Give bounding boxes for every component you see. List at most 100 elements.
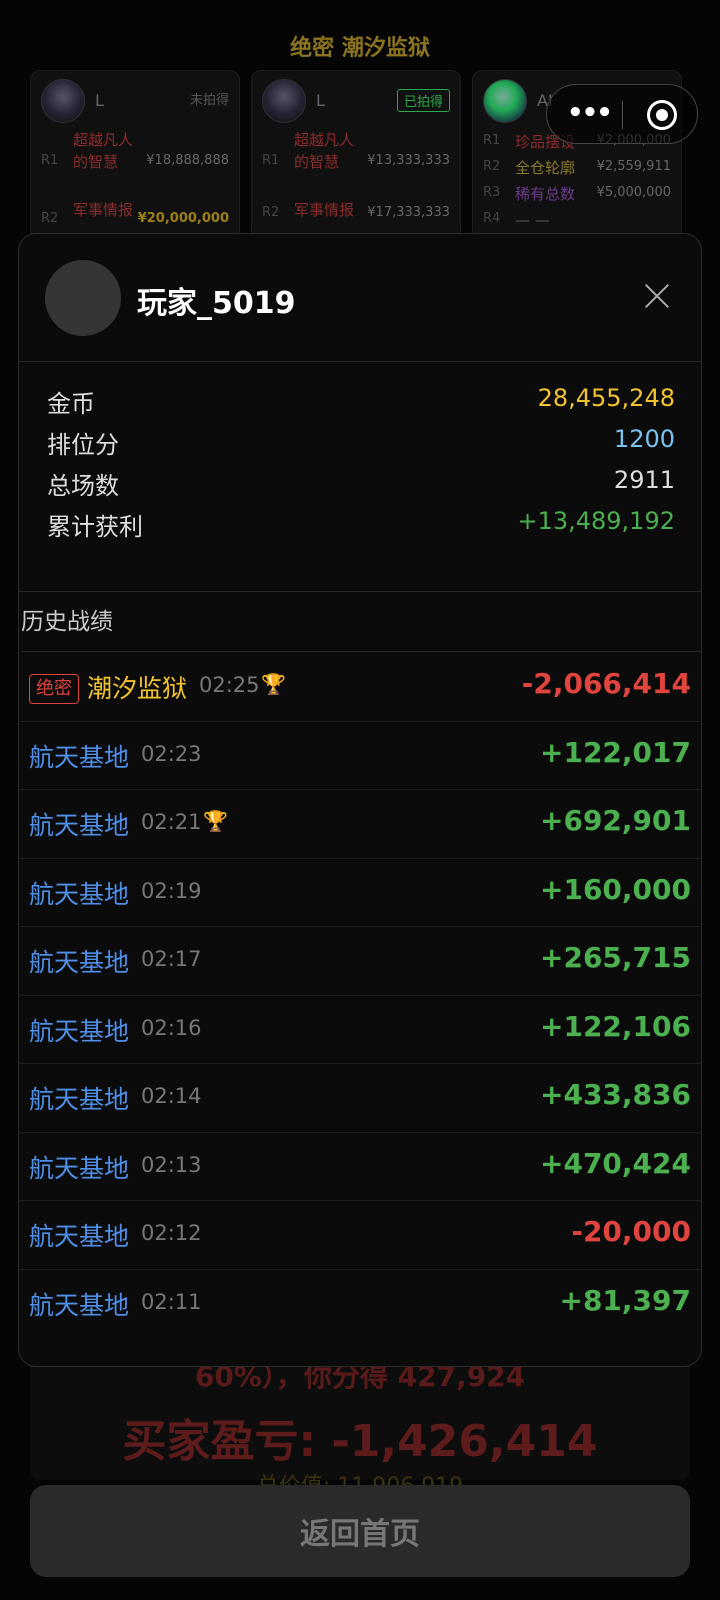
match-time: 02:12: [141, 1221, 202, 1245]
map-name: 航天基地: [29, 948, 130, 977]
stat-label: 累计获利: [47, 513, 143, 541]
map-name: 航天基地: [29, 1085, 130, 1114]
capsule-divider: [622, 101, 623, 129]
bid-item: 军事情报: [294, 201, 355, 219]
stat-value: 2911: [613, 466, 675, 494]
profit-delta: +81,397: [559, 1283, 691, 1317]
player-avatar: [262, 79, 306, 123]
stat-rank-score: 排位分 1200: [47, 425, 675, 465]
profit-delta: +692,901: [540, 804, 691, 837]
history-row[interactable]: 航天基地 02:23 +122,017: [19, 722, 701, 790]
bid-price: ¥13,333,333: [367, 153, 450, 168]
round-label: R4: [483, 211, 501, 226]
bid-card: L 未拍得 R1 超越凡人的智慧 ¥18,888,888 R2 军事情报 ¥20…: [30, 70, 240, 240]
trophy-icon: 🏆: [261, 672, 286, 696]
bid-price: ¥17,333,333: [367, 205, 450, 220]
map-name: 航天基地: [29, 811, 130, 840]
stat-label: 排位分: [47, 431, 119, 459]
history-list: 绝密 潮汐监狱 02:25 🏆 -2,066,414 航天基地 02:23 +122,017 航…: [19, 653, 701, 1338]
history-row[interactable]: 航天基地 02:12 -20,000: [19, 1201, 701, 1270]
profit-delta: -20,000: [571, 1215, 691, 1248]
map-name: 航天基地: [29, 1222, 130, 1251]
history-row[interactable]: 航天基地 02:13 +470,424: [19, 1133, 701, 1201]
modal-header: 玩家_5019: [19, 234, 701, 362]
bid-status: 未拍得: [189, 93, 229, 108]
history-row[interactable]: 航天基地 02:16 +122,106: [19, 996, 701, 1064]
trophy-icon: 🏆: [203, 809, 228, 833]
bid-price: ¥2,559,911: [596, 159, 671, 174]
profit-delta: +433,836: [540, 1078, 691, 1111]
mode-title: 绝密 潮汐监狱: [290, 36, 430, 61]
match-time: 02:25: [199, 673, 260, 697]
player-avatar: [483, 79, 527, 123]
round-label: R2: [41, 211, 59, 226]
return-home-button[interactable]: 返回首页: [30, 1485, 690, 1577]
player-profile-modal: 玩家_5019 金币 28,455,248 排位分 1200 总场数 2911 …: [18, 233, 702, 1367]
profit-delta: +122,106: [540, 1009, 691, 1043]
close-icon[interactable]: [635, 274, 679, 318]
history-row[interactable]: 航天基地 02:11 +81,397: [19, 1270, 701, 1339]
bid-item: 全仓轮廓: [515, 159, 576, 177]
history-row[interactable]: 航天基地 02:19 +160,000: [19, 859, 701, 927]
map-name: 航天基地: [29, 1016, 130, 1046]
card-player-name: L: [95, 91, 104, 110]
history-title: 历史战绩: [21, 592, 701, 652]
history-row[interactable]: 航天基地 02:21 🏆 +692,901: [19, 790, 701, 859]
stat-value: 1200: [613, 425, 675, 453]
buyer-profit: 买家盈亏: -1,426,414: [122, 1416, 598, 1467]
player-name: 玩家_5019: [137, 286, 296, 321]
profit-delta: -2,066,414: [521, 667, 691, 700]
bid-item: — —: [515, 211, 550, 229]
bid-card: L 已拍得 R1 超越凡人的智慧 ¥13,333,333 R2 军事情报 ¥17…: [251, 70, 461, 240]
map-name: 航天基地: [29, 742, 130, 772]
stat-coins: 金币 28,455,248: [47, 384, 675, 424]
avatar: [45, 260, 121, 336]
match-time: 02:17: [141, 947, 202, 971]
map-name: 航天基地: [29, 1153, 130, 1183]
round-label: R1: [262, 153, 280, 168]
profit-delta: +122,017: [540, 735, 691, 769]
stat-value: 28,455,248: [537, 384, 675, 412]
bid-status: 已拍得: [396, 89, 450, 112]
bid-item: 超越凡人的智慧: [73, 131, 134, 171]
stat-total-games: 总场数 2911: [47, 466, 675, 506]
player-avatar: [41, 79, 85, 123]
card-player-name: L: [316, 91, 325, 110]
match-time: 02:19: [141, 878, 202, 903]
round-label: R3: [483, 185, 501, 200]
stat-total-profit: 累计获利 +13,489,192: [47, 507, 675, 547]
round-label: R1: [483, 133, 501, 148]
profit-delta: +470,424: [540, 1146, 691, 1180]
match-time: 02:11: [141, 1289, 202, 1314]
map-name: 航天基地: [29, 1290, 130, 1320]
match-time: 02:13: [141, 1152, 202, 1177]
bid-item: 稀有总数: [515, 185, 576, 203]
profit-delta: +160,000: [540, 872, 691, 906]
history-row[interactable]: 绝密 潮汐监狱 02:25 🏆 -2,066,414: [19, 653, 701, 722]
map-name: 航天基地: [29, 879, 130, 909]
miniprogram-capsule: •••: [546, 84, 698, 144]
match-time: 02:23: [141, 741, 202, 766]
history-row[interactable]: 航天基地 02:17 +265,715: [19, 927, 701, 996]
history-row[interactable]: 航天基地 02:14 +433,836: [19, 1064, 701, 1133]
match-time: 02:14: [141, 1084, 202, 1108]
more-icon[interactable]: •••: [567, 100, 613, 126]
match-time: 02:16: [141, 1015, 202, 1040]
stat-label: 金币: [47, 390, 95, 418]
bid-price: ¥20,000,000: [137, 211, 229, 226]
stat-label: 总场数: [47, 472, 119, 500]
map-name: 潮汐监狱: [87, 674, 188, 703]
round-label: R1: [41, 153, 59, 168]
profit-delta: +265,715: [540, 941, 691, 974]
round-label: R2: [483, 159, 501, 174]
bid-item: 军事情报: [73, 201, 134, 219]
difficulty-badge: 绝密: [29, 674, 79, 704]
bid-price: ¥5,000,000: [596, 185, 671, 200]
round-label: R2: [262, 205, 280, 220]
stat-value: +13,489,192: [517, 507, 675, 535]
match-time: 02:21: [141, 810, 202, 834]
bid-price: ¥18,888,888: [146, 153, 229, 168]
close-miniprogram-icon[interactable]: [647, 100, 677, 130]
bid-item: 超越凡人的智慧: [294, 131, 355, 171]
player-stats: 金币 28,455,248 排位分 1200 总场数 2911 累计获利 +13…: [19, 362, 701, 592]
